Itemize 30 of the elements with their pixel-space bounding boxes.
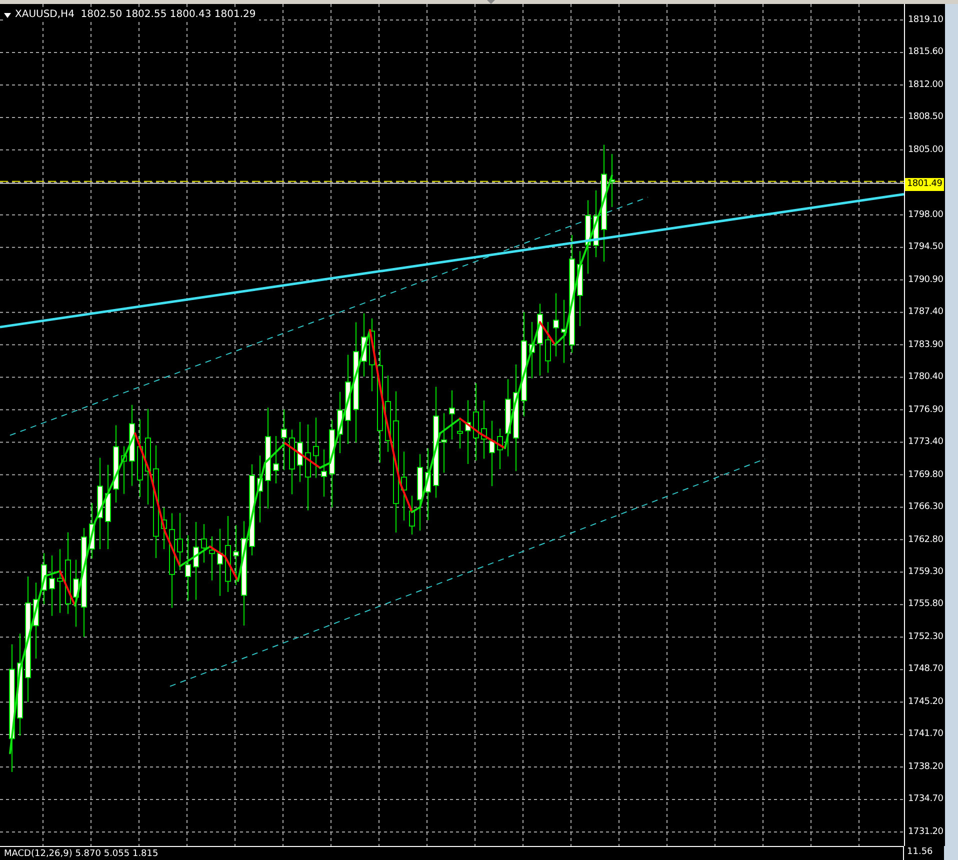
dropdown-icon[interactable] [4,12,11,18]
price-label: 1798.00 [908,208,944,222]
price-label: 1805.00 [908,144,944,157]
price-label: 1762.80 [908,534,944,546]
price-label: 1794.50 [908,241,944,254]
price-label: 1819.10 [908,14,944,27]
price-label: 1783.90 [908,338,944,352]
price-label: 1790.90 [908,274,944,287]
price-label: 1808.50 [908,111,944,124]
indicator-scale-label: 11.56 [907,846,934,859]
price-label: 1769.80 [908,468,944,482]
price-label: 1755.80 [908,598,944,612]
price-label: 1759.30 [908,566,944,579]
symbol-quote: XAUUSD,H4 1802.50 1802.55 1800.43 1801.29 [15,9,256,21]
price-label: 1815.60 [908,46,944,60]
price-label: 1748.70 [908,663,944,676]
price-label: 1752.30 [908,630,944,644]
price-label: 1787.40 [908,306,944,320]
price-label: 1780.40 [908,371,944,384]
current-price-label: 1801.49 [905,178,944,191]
price-label: 1741.70 [908,728,944,742]
price-label: 1776.90 [908,404,944,417]
price-label: 1812.00 [908,78,944,92]
price-label: 1773.40 [908,436,944,450]
indicator-label: MACD(12,26,9) 5.870 5.055 1.815 [4,848,158,860]
price-label: 1738.20 [908,760,944,774]
price-label: 1731.20 [908,826,944,839]
price-label: 1766.30 [908,501,944,514]
price-label: 1745.20 [908,696,944,709]
price-label: 1734.70 [908,793,944,806]
